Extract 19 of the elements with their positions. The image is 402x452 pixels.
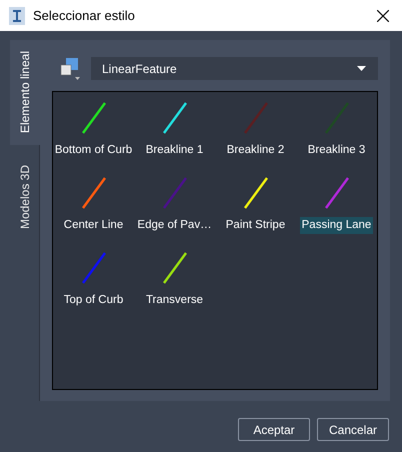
style-item[interactable]: Top of Curb <box>62 292 126 310</box>
style-item[interactable]: Transverse <box>144 292 206 310</box>
style-item[interactable]: Breakline 3 <box>306 142 368 160</box>
style-item[interactable]: Paint Stripe <box>224 217 288 234</box>
style-item[interactable]: Bottom of Curb <box>52 142 134 160</box>
window-title: Seleccionar estilo <box>33 6 135 25</box>
style-switch-icon[interactable] <box>60 58 80 80</box>
style-item[interactable]: Breakline 1 <box>144 142 206 160</box>
style-item[interactable]: Breakline 2 <box>224 142 286 160</box>
vertical-tab[interactable]: Elemento lineal <box>10 40 40 145</box>
dialog-button[interactable]: Aceptar <box>238 418 310 441</box>
dialog-button[interactable]: Cancelar <box>317 418 389 441</box>
close-icon[interactable] <box>377 10 389 22</box>
app-icon <box>9 6 25 24</box>
style-item[interactable]: Center Line <box>62 217 126 234</box>
style-item[interactable]: Edge of Pav… <box>135 217 214 234</box>
dropdown-arrow-icon <box>357 66 366 72</box>
style-dropdown[interactable]: LinearFeature <box>91 57 378 80</box>
style-item[interactable]: Passing Lane <box>300 217 374 234</box>
